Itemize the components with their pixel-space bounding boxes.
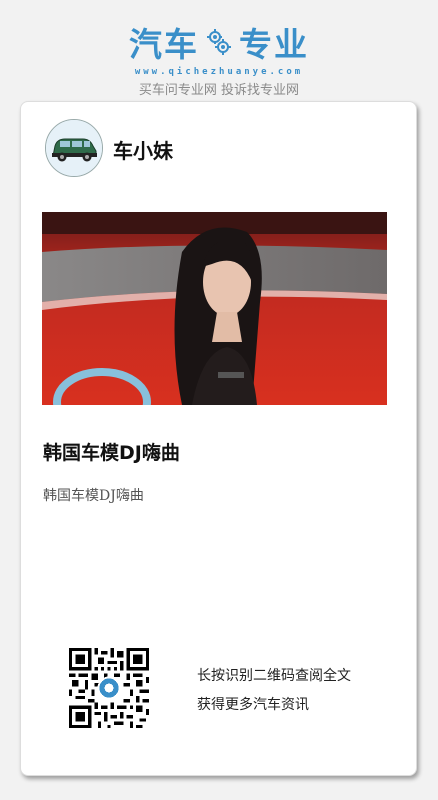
logo-slogan: 买车问专业网 投诉找专业网	[138, 83, 300, 98]
logo-wordmark: 汽车 专业	[0, 18, 438, 66]
qr-code[interactable]	[69, 648, 149, 728]
article-description: 韩国车模DJ嗨曲	[43, 488, 144, 504]
share-card: 车小妹 韩国车模DJ嗨曲 韩国车模DJ嗨曲 长按识别二维码查阅全文 获得更多汽车…	[20, 101, 417, 776]
qr-prompt-line1: 长按识别二维码查阅全文	[197, 668, 351, 684]
cover-photo	[42, 212, 387, 405]
author-avatar[interactable]	[45, 119, 103, 177]
author-name: 车小妹	[113, 139, 173, 163]
car-avatar-icon	[46, 120, 102, 176]
site-logo[interactable]: 汽车 专业 www.qichezhuanye.com 买车问专业网 投诉找专业网	[0, 18, 438, 98]
logo-text-left: 汽车	[129, 25, 199, 64]
logo-url: www.qichezhuanye.com	[134, 67, 304, 77]
qr-code-icon	[69, 648, 149, 728]
article-cover-image[interactable]	[42, 212, 387, 405]
article-title: 韩国车模DJ嗨曲	[43, 442, 180, 464]
gear-icon	[207, 29, 231, 55]
qr-prompt-line2: 获得更多汽车资讯	[197, 697, 309, 713]
logo-text-right: 专业	[239, 25, 309, 64]
